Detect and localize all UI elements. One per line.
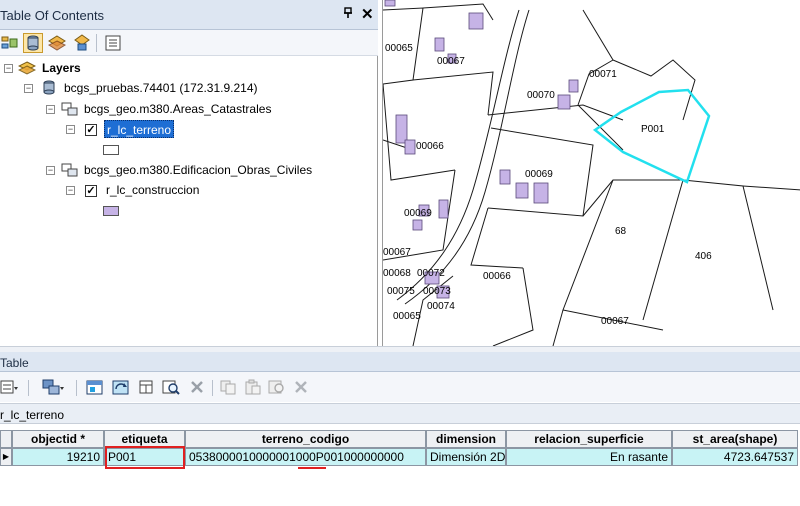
group-edificacion-obras-civiles[interactable]: bcgs_geo.m380.Edificacion_Obras_Civiles: [84, 161, 312, 179]
collapse-toggle[interactable]: −: [24, 84, 33, 93]
parcel-label: 00071: [589, 69, 617, 80]
parcel-label: 00067: [383, 247, 411, 258]
database-connection-label[interactable]: bcgs_pruebas.74401 (172.31.9.214): [64, 79, 257, 97]
options-icon[interactable]: [103, 33, 123, 53]
close-icon[interactable]: ✕: [361, 5, 374, 23]
table-tab-bar: r_lc_terreno: [0, 403, 800, 424]
parcel-label: 406: [695, 251, 712, 262]
cell-dimension[interactable]: Dimensión 2D: [426, 448, 506, 466]
parcel-label: 00066: [483, 271, 511, 282]
toc-title-bar: Table Of Contents ✕: [0, 0, 378, 30]
zoom-to-selected-icon[interactable]: [162, 379, 180, 396]
etiqueta-highlight-box: [105, 446, 185, 469]
table-title-bar: Table: [0, 352, 800, 372]
toolbar-separator: [28, 380, 29, 396]
collapse-toggle[interactable]: −: [46, 166, 55, 175]
delete-selected-icon[interactable]: [188, 379, 206, 396]
table-title: Table: [0, 356, 29, 370]
toolbar-separator: [96, 34, 97, 52]
list-by-source-icon[interactable]: [23, 33, 43, 53]
row-selector-header[interactable]: [0, 430, 12, 448]
cell-st-area[interactable]: 4723.647537: [672, 448, 798, 466]
collapse-toggle[interactable]: −: [66, 125, 75, 134]
parcel-label: 00074: [427, 301, 455, 312]
column-header-dimension[interactable]: dimension: [426, 430, 506, 448]
collapse-toggle[interactable]: −: [4, 64, 13, 73]
parcel-label: 00072: [417, 268, 445, 279]
layer-symbol-swatch[interactable]: [103, 206, 119, 216]
cell-terreno-codigo[interactable]: 0538000010000001000P001000000000: [185, 448, 426, 466]
toc-toolbar: [0, 30, 378, 56]
parcel-label-p001: P001: [641, 124, 665, 135]
layer-visibility-checkbox[interactable]: ✓: [85, 124, 97, 136]
parcel-label: 68: [615, 226, 627, 237]
column-header-objectid[interactable]: objectid *: [12, 430, 104, 448]
building-footprints: [384, 0, 579, 299]
parcel-label: 00075: [387, 286, 415, 297]
parcel-label: 00070: [527, 90, 555, 101]
group-layer-icon: [60, 101, 80, 120]
parcel-label: 00067: [601, 316, 629, 327]
layers-root-label[interactable]: Layers: [42, 59, 81, 77]
layers-icon: [17, 60, 37, 79]
column-header-terreno-codigo[interactable]: terreno_codigo: [185, 430, 426, 448]
map-view[interactable]: 00065 00067 00071 00070 P001 00066 00069…: [382, 0, 800, 346]
select-by-attributes-icon[interactable]: [86, 379, 104, 396]
table-of-contents-pane: Table Of Contents ✕ − Layers − bcgs_prue…: [0, 0, 378, 346]
selected-parcel-highlight[interactable]: [592, 88, 711, 184]
attribute-table-pane: Table r_lc_terreno objectid * etiqueta t…: [0, 352, 800, 506]
database-icon: [40, 79, 58, 100]
collapse-toggle[interactable]: −: [66, 186, 75, 195]
list-by-selection-icon[interactable]: [72, 33, 92, 53]
parcel-label: 00067: [437, 56, 465, 67]
parcel-label: 00068: [383, 268, 411, 279]
list-by-drawing-order-icon[interactable]: [0, 33, 20, 53]
parcel-label: 00066: [416, 141, 444, 152]
toolbar-separator: [212, 380, 213, 396]
pin-icon[interactable]: [343, 7, 353, 22]
copy-selected-icon[interactable]: [220, 379, 238, 396]
table-tab-r-lc-terreno[interactable]: r_lc_terreno: [0, 408, 64, 422]
zoom-to-related-icon[interactable]: [268, 379, 286, 396]
row-selector[interactable]: ▶: [0, 448, 12, 466]
parcel-label: 00073: [423, 286, 451, 297]
cell-objectid[interactable]: 19210: [12, 448, 104, 466]
group-areas-catastrales[interactable]: bcgs_geo.m380.Areas_Catastrales: [84, 100, 271, 118]
parcel-label: 00069: [404, 208, 432, 219]
codigo-underline-marker: [298, 467, 326, 469]
column-header-st-area[interactable]: st_area(shape): [672, 430, 798, 448]
layer-r-lc-terreno[interactable]: r_lc_terreno: [104, 120, 175, 138]
layer-r-lc-construccion[interactable]: r_lc_construccion: [106, 181, 199, 199]
list-by-visibility-icon[interactable]: [47, 33, 67, 53]
related-tables-icon[interactable]: [42, 379, 64, 396]
clear-selection-icon[interactable]: [138, 379, 156, 396]
switch-selection-icon[interactable]: [112, 379, 130, 396]
delete-icon[interactable]: [292, 379, 310, 396]
layer-visibility-checkbox[interactable]: ✓: [85, 185, 97, 197]
paste-icon[interactable]: [244, 379, 262, 396]
cell-relacion-superficie[interactable]: En rasante: [506, 448, 672, 466]
table-options-icon[interactable]: [0, 379, 18, 396]
layer-tree: − Layers − bcgs_pruebas.74401 (172.31.9.…: [0, 58, 378, 346]
parcel-label: 00069: [525, 169, 553, 180]
toolbar-separator: [76, 380, 77, 396]
toc-title: Table Of Contents: [0, 8, 105, 23]
group-layer-icon: [60, 162, 80, 181]
parcel-label: 00065: [385, 43, 413, 54]
table-toolbar: [0, 372, 800, 402]
parcel-label: 00065: [393, 311, 421, 322]
column-header-relacion-superficie[interactable]: relacion_superficie: [506, 430, 672, 448]
layer-symbol-swatch[interactable]: [103, 145, 119, 155]
collapse-toggle[interactable]: −: [46, 105, 55, 114]
